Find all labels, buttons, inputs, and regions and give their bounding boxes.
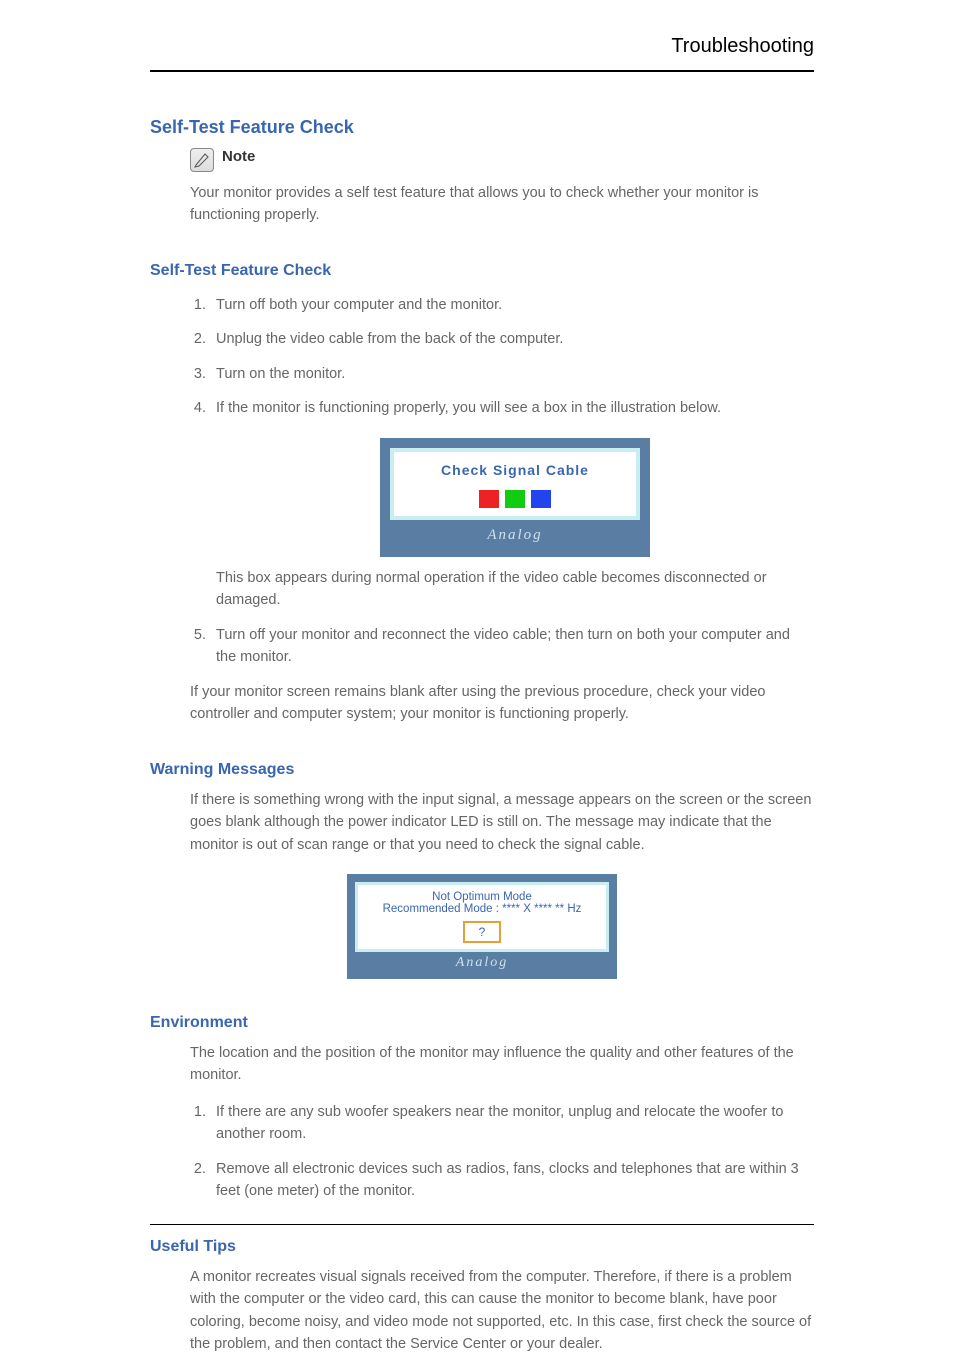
useful-tip-a: A monitor recreates visual signals recei…	[190, 1266, 814, 1356]
step-4: If the monitor is functioning properly, …	[210, 397, 814, 611]
blue-square-icon	[531, 490, 551, 508]
rgb-squares	[394, 490, 636, 508]
step-1: Turn off both your computer and the moni…	[210, 294, 814, 316]
bottom-rule	[150, 1224, 814, 1225]
step-4-text: If the monitor is functioning properly, …	[216, 400, 721, 416]
osd-not-optimum: Not Optimum Mode Recommended Mode : ****…	[150, 874, 814, 979]
env-item-2: Remove all electronic devices such as ra…	[210, 1158, 814, 1203]
osd1-bottom: Analog	[390, 524, 640, 547]
self-test-subheading: Self-Test Feature Check	[150, 262, 814, 280]
osd2-line1: Not Optimum Mode	[358, 891, 606, 903]
note-row: Note	[190, 148, 814, 172]
osd-check-signal: Check Signal Cable Analog	[216, 438, 814, 557]
note-label: Note	[222, 148, 255, 165]
environment-para: The location and the position of the mon…	[190, 1042, 814, 1087]
after-osd1: This box appears during normal operation…	[216, 567, 814, 612]
after-steps-para: If your monitor screen remains blank aft…	[190, 681, 814, 726]
useful-tips-heading: Useful Tips	[150, 1238, 814, 1256]
osd1-title: Check Signal Cable	[394, 460, 636, 482]
note-text: Your monitor provides a self test featur…	[190, 182, 814, 227]
note-icon	[190, 148, 214, 172]
environment-heading: Environment	[150, 1014, 814, 1032]
green-square-icon	[505, 490, 525, 508]
step-3: Turn on the monitor.	[210, 363, 814, 385]
top-rule	[150, 70, 814, 72]
env-item-1: If there are any sub woofer speakers nea…	[210, 1101, 814, 1146]
environment-list: If there are any sub woofer speakers nea…	[210, 1101, 814, 1203]
warning-messages-para: If there is something wrong with the inp…	[190, 789, 814, 856]
self-test-heading: Self-Test Feature Check	[150, 117, 814, 138]
step-5: Turn off your monitor and reconnect the …	[210, 624, 814, 669]
self-test-steps: Turn off both your computer and the moni…	[210, 294, 814, 669]
osd2-question-box: ?	[463, 921, 502, 943]
osd2-bottom: Analog	[355, 955, 609, 971]
warning-messages-heading: Warning Messages	[150, 761, 814, 779]
osd2-line2: Recommended Mode : **** X **** ** Hz	[358, 903, 606, 915]
step-2: Unplug the video cable from the back of …	[210, 328, 814, 350]
page-title: Troubleshooting	[671, 35, 814, 58]
red-square-icon	[479, 490, 499, 508]
